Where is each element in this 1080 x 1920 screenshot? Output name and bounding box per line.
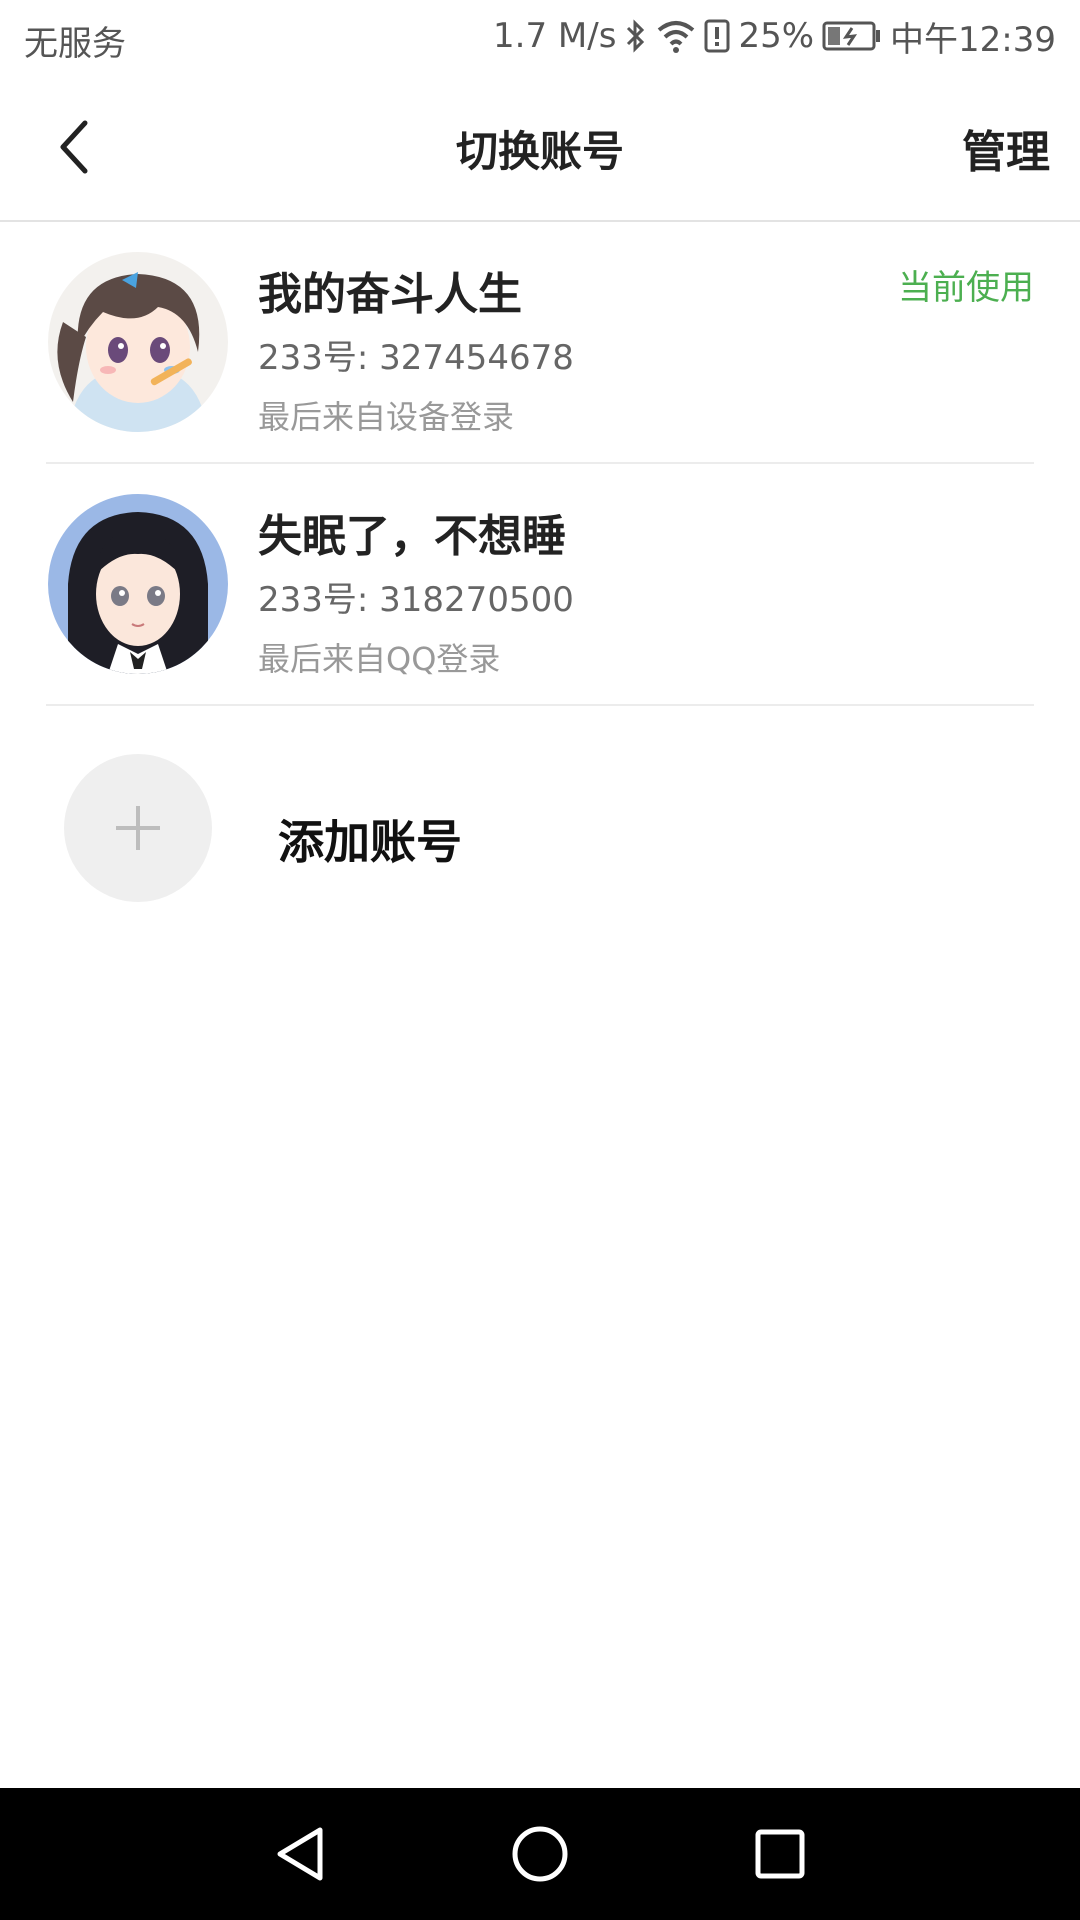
last-login-source: 最后来自QQ登录 [258,640,501,678]
home-circle-icon [512,1826,568,1882]
nav-home-button[interactable] [504,1818,576,1890]
alert-icon [704,18,730,54]
add-account-label: 添加账号 [278,815,462,869]
wifi-icon [656,18,696,54]
account-id: 233号: 327454678 [258,338,574,378]
battery-icon [822,20,882,52]
account-list: 我的奋斗人生 233号: 327454678 最后来自设备登录 当前使用 失眠了… [0,222,1080,706]
last-login-source: 最后来自设备登录 [258,398,515,436]
account-name: 失眠了，不想睡 [258,511,566,562]
account-id: 233号: 318270500 [258,580,574,620]
carrier-text: 无服务 [24,24,126,64]
add-account-circle [64,754,212,902]
page-title: 切换账号 [455,127,624,176]
avatar [48,494,228,674]
recents-square-icon [755,1829,805,1879]
battery-percent: 25% [738,16,815,56]
top-app-bar: 切换账号 管理 [0,76,1080,222]
nav-back-button[interactable] [264,1818,336,1890]
system-nav-bar [0,1788,1080,1920]
bluetooth-icon [624,18,648,54]
clock: 中午12:39 [890,19,1056,60]
avatar [48,252,228,432]
account-item[interactable]: 失眠了，不想睡 233号: 318270500 最后来自QQ登录 [46,464,1034,706]
current-account-badge: 当前使用 [898,268,1034,308]
status-icons: 1.7 M/s 25% 中午12:39 [493,14,1056,60]
status-bar: 无服务 1.7 M/s 25% 中午12:39 [0,0,1080,76]
network-speed: 1.7 M/s [493,16,617,56]
account-name: 我的奋斗人生 [258,269,522,320]
manage-button[interactable]: 管理 [962,116,1050,180]
add-account-button[interactable]: 添加账号 [0,750,1080,910]
nav-recents-button[interactable] [744,1818,816,1890]
back-triangle-icon [277,1827,323,1881]
account-item[interactable]: 我的奋斗人生 233号: 327454678 最后来自设备登录 当前使用 [46,222,1034,464]
plus-icon [116,806,160,850]
